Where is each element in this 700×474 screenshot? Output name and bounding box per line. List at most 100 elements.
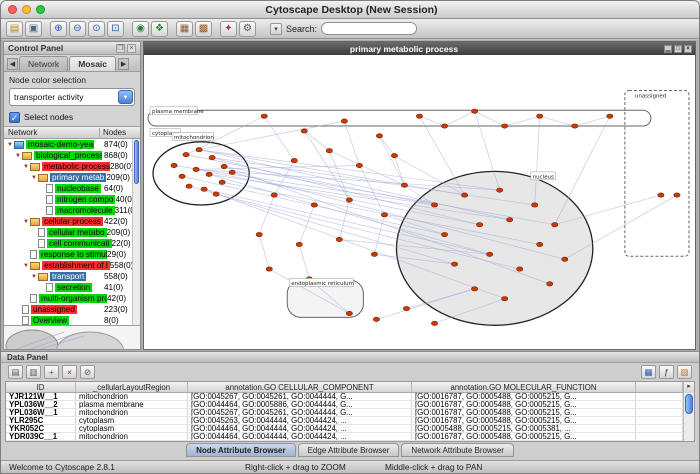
graph-node[interactable]	[183, 152, 189, 156]
expand-arrow-icon[interactable]: ▼	[22, 219, 30, 225]
graph-node[interactable]	[381, 213, 387, 217]
tree-row[interactable]: secretion41(0)	[4, 282, 140, 293]
graph-node[interactable]	[196, 148, 202, 152]
select-nodes-checkbox[interactable]: ✓	[9, 112, 20, 123]
search-options-icon[interactable]: ▾	[270, 23, 282, 35]
graph-node[interactable]	[537, 242, 543, 246]
graph-node[interactable]	[186, 184, 192, 188]
tab-network[interactable]: Network	[19, 56, 68, 71]
graph-node[interactable]	[502, 124, 508, 128]
graph-node[interactable]	[171, 163, 177, 167]
graph-node[interactable]	[471, 109, 477, 113]
graph-node[interactable]	[658, 193, 664, 197]
tree-row[interactable]: ▼primary metab209(0)	[4, 172, 140, 183]
graph-node[interactable]	[301, 129, 307, 133]
tree-row[interactable]: macromolecule311(0)	[4, 205, 140, 216]
graph-node[interactable]	[336, 237, 342, 241]
graph-node[interactable]	[221, 164, 227, 168]
zoom-selected-icon[interactable]: ⊙	[88, 21, 105, 37]
graph-node[interactable]	[517, 267, 523, 271]
graph-node[interactable]	[562, 257, 568, 261]
node-color-dropdown[interactable]: transporter activity ▼	[9, 88, 135, 106]
graph-node[interactable]	[266, 267, 272, 271]
tab-scroll-left-icon[interactable]: ◀	[7, 58, 18, 70]
graph-node[interactable]	[261, 114, 267, 118]
tree-row[interactable]: nitrogen compo40(0)	[4, 194, 140, 205]
graph-node[interactable]	[201, 187, 207, 191]
expand-arrow-icon[interactable]: ▼	[30, 274, 38, 280]
new-attribute-icon[interactable]: +	[44, 365, 59, 379]
graph-node[interactable]	[209, 155, 215, 159]
table-row[interactable]: YPL036W__1mitochondrion[GO:0045267, GO:0…	[6, 409, 683, 417]
expand-arrow-icon[interactable]: ▼	[22, 263, 30, 269]
graph-node[interactable]	[401, 183, 407, 187]
network-canvas[interactable]: plasma membranecytoplasmmitochondrionnuc…	[144, 55, 695, 349]
edge[interactable]	[505, 116, 540, 126]
import-attributes-icon[interactable]: ▩	[195, 21, 212, 37]
column-header[interactable]: _cellularLayoutRegion	[76, 382, 188, 392]
zoom-window-icon[interactable]	[36, 5, 45, 14]
new-network-from-selection-icon[interactable]: ❖	[151, 21, 168, 37]
graph-node[interactable]	[471, 287, 477, 291]
tree-row[interactable]: ▼cellular process422(0)	[4, 216, 140, 227]
graph-node[interactable]	[403, 306, 409, 310]
import-table-icon[interactable]: ▨	[677, 365, 692, 379]
edge[interactable]	[575, 116, 610, 126]
graph-node[interactable]	[206, 172, 212, 176]
edge[interactable]	[259, 195, 274, 234]
table-row[interactable]: YLR295Ccytoplasm[GO:0045263, GO:0044444,…	[6, 417, 683, 425]
expand-arrow-icon[interactable]: ▼	[6, 142, 14, 148]
graph-node[interactable]	[371, 252, 377, 256]
unselect-attributes-icon[interactable]: ▥	[26, 365, 41, 379]
graph-node[interactable]	[256, 232, 262, 236]
select-nodes-row[interactable]: ✓ Select nodes	[9, 110, 135, 124]
tree-row[interactable]: cellular metabo209(0)	[4, 227, 140, 238]
edge[interactable]	[555, 116, 610, 225]
graph-node[interactable]	[326, 149, 332, 153]
graph-node[interactable]	[311, 203, 317, 207]
tab-scroll-right-icon[interactable]: ▶	[118, 58, 129, 70]
table-scrollbar-thumb[interactable]	[685, 394, 693, 414]
tree-row[interactable]: cell communicati22(0)	[4, 238, 140, 249]
table-row[interactable]: YPL036W__2plasma membrane[GO:0044464, GO…	[6, 401, 683, 409]
graph-node[interactable]	[229, 170, 235, 174]
column-header[interactable]: annotation.GO MOLECULAR_FUNCTION	[412, 382, 636, 392]
graph-node[interactable]	[291, 158, 297, 162]
frame-minimize-icon[interactable]: ▁	[664, 45, 672, 53]
zoom-fit-icon[interactable]: ⊡	[107, 21, 124, 37]
graph-node[interactable]	[507, 218, 513, 222]
close-window-icon[interactable]	[8, 5, 17, 14]
tree-row[interactable]: Overview8(0)	[4, 315, 140, 326]
edge[interactable]	[274, 161, 294, 196]
edge[interactable]	[475, 111, 505, 126]
frame-maximize-icon[interactable]: □	[674, 45, 682, 53]
region-unassigned[interactable]	[625, 91, 689, 257]
tree-row[interactable]: ▼transport558(0)	[4, 271, 140, 282]
tree-row[interactable]: ▼biological_process868(0)	[4, 150, 140, 161]
search-input[interactable]	[321, 22, 417, 35]
graph-node[interactable]	[416, 114, 422, 118]
tab-mosaic[interactable]: Mosaic	[69, 56, 116, 71]
edge[interactable]	[264, 116, 294, 160]
graph-node[interactable]	[376, 134, 382, 138]
graph-node[interactable]	[346, 198, 352, 202]
minimize-window-icon[interactable]	[22, 5, 31, 14]
graph-node[interactable]	[179, 174, 185, 178]
zoom-out-icon[interactable]: ⊖	[69, 21, 86, 37]
graph-node[interactable]	[431, 203, 437, 207]
graph-node[interactable]	[674, 193, 680, 197]
edge[interactable]	[420, 116, 445, 126]
graph-node[interactable]	[431, 321, 437, 325]
graph-node[interactable]	[532, 203, 538, 207]
tab-network-attribute-browser[interactable]: Network Attribute Browser	[401, 443, 513, 457]
tree-row[interactable]: response to stimul29(0)	[4, 249, 140, 260]
expand-arrow-icon[interactable]: ▼	[22, 164, 30, 170]
graph-node[interactable]	[607, 114, 613, 118]
column-header[interactable]: ID	[6, 382, 76, 392]
tree-row[interactable]: ▼metabolic process280(0)	[4, 161, 140, 172]
table-scrollbar[interactable]	[683, 393, 694, 441]
graph-node[interactable]	[219, 180, 225, 184]
graph-node[interactable]	[477, 223, 483, 227]
graph-node[interactable]	[441, 232, 447, 236]
tree-row[interactable]: multi-organism pro42(0)	[4, 293, 140, 304]
